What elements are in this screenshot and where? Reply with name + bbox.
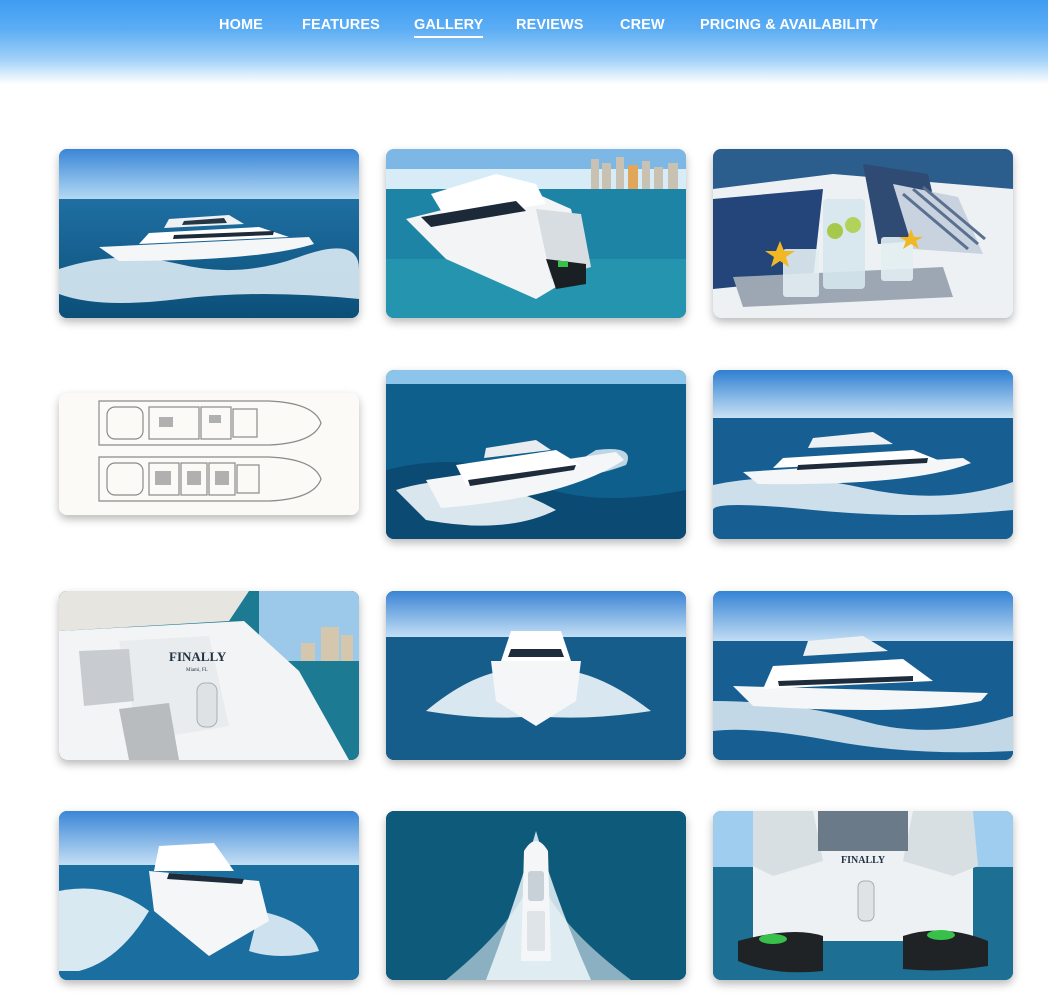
gallery-photo-deck-plan[interactable] (59, 393, 359, 515)
gallery-photo-yacht-stern-skyline[interactable] (386, 149, 686, 318)
site-navbar: HOME FEATURES GALLERY REVIEWS CREW PRICI… (0, 0, 1048, 84)
yacht-side-image (59, 149, 359, 318)
yacht-aerial-image (386, 370, 686, 539)
nav-crew-link[interactable]: CREW (620, 16, 665, 34)
nav-gallery-link[interactable]: GALLERY (414, 16, 484, 38)
gallery-photo-yacht-cruising-profile[interactable] (713, 370, 1013, 539)
stern-deck-image: FINALLY Miami, FL (59, 591, 359, 760)
yacht-side-profile-image (713, 591, 1013, 760)
nav-home-link[interactable]: HOME (219, 16, 263, 34)
yacht-bow-wave-image (59, 811, 359, 980)
deck-drinks-image (713, 149, 1013, 318)
yacht-skyline-image (386, 149, 686, 318)
stern-jet-skis-image: FINALLY (713, 811, 1013, 980)
yacht-profile-image (713, 370, 1013, 539)
nav-reviews-link[interactable]: REVIEWS (516, 16, 584, 34)
nav-pricing-link[interactable]: PRICING & AVAILABILITY (700, 16, 878, 34)
gallery-photo-yacht-side-profile[interactable] (713, 591, 1013, 760)
main-nav: HOME FEATURES GALLERY REVIEWS CREW PRICI… (0, 16, 1048, 40)
yacht-overhead-image (386, 811, 686, 980)
gallery-photo-stern-deck[interactable]: FINALLY Miami, FL (59, 591, 359, 760)
gallery-photo-stern-jet-skis[interactable]: FINALLY (713, 811, 1013, 980)
boat-name-text-2: FINALLY (841, 855, 886, 866)
deck-plan-image (59, 393, 359, 515)
gallery-photo-yacht-head-on[interactable] (386, 591, 686, 760)
yacht-head-on-image (386, 591, 686, 760)
nav-features-link[interactable]: FEATURES (302, 16, 380, 34)
gallery-photo-deck-drinks[interactable] (713, 149, 1013, 318)
gallery-photo-yacht-bow-wave[interactable] (59, 811, 359, 980)
boat-name-text: FINALLY (169, 649, 227, 664)
gallery-photo-yacht-cruising-side[interactable] (59, 149, 359, 318)
boat-port-text: Miami, FL (186, 668, 208, 673)
gallery-photo-yacht-overhead[interactable] (386, 811, 686, 980)
gallery-photo-yacht-aerial-bow[interactable] (386, 370, 686, 539)
